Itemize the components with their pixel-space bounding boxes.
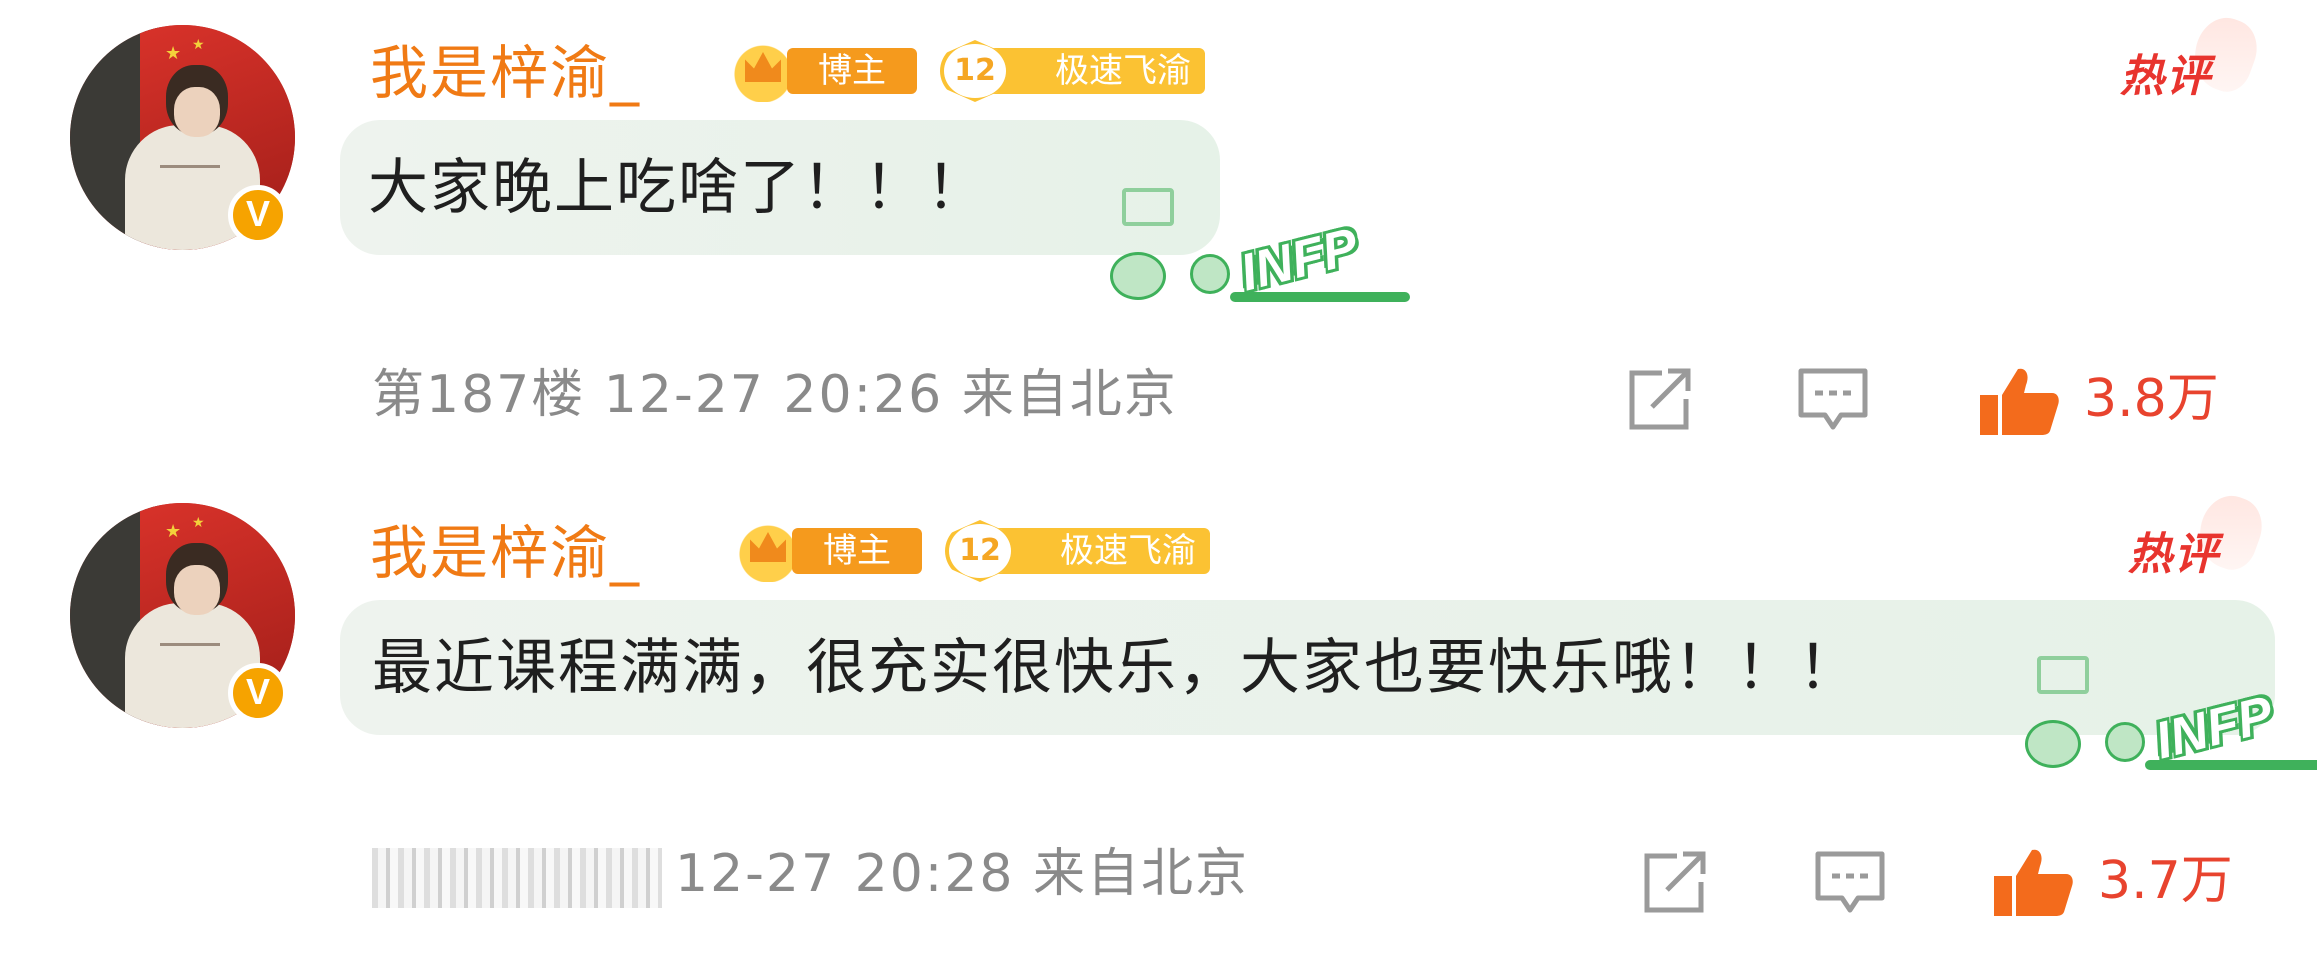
frog-icon [1190, 254, 1230, 294]
blogger-badge-label: 博主 [792, 528, 922, 574]
fan-group-label: 极速飞渝 [985, 528, 1210, 574]
blogger-badge[interactable]: 博主 [725, 40, 920, 102]
frog-icon [2025, 720, 2081, 768]
thumbs-up-icon[interactable] [1976, 365, 2059, 435]
comment-item: ★ ★ V 我是梓渝_ 博主 极速飞渝 12 热评 最近课程满满，很充实很快乐，… [0, 480, 2317, 960]
comment-text: 大家晚上吃啥了！！！ [368, 153, 988, 223]
blogger-badge-label: 博主 [787, 48, 917, 94]
share-icon[interactable] [1622, 365, 1698, 435]
like-count: 3.7万 [2098, 851, 2233, 911]
sticker-label: INFP [1234, 217, 1364, 303]
film-icon [2037, 656, 2089, 694]
blogger-badge[interactable]: 博主 [730, 520, 925, 582]
frog-icon [1110, 252, 1166, 300]
comment-bubble: 大家晚上吃啥了！！！ [340, 120, 1220, 255]
floor-number-redacted [372, 848, 662, 908]
comment-item: ★ ★ V 我是梓渝_ 博主 极速飞渝 12 热评 大家晚上吃啥了！！！ INF… [0, 0, 2317, 480]
comment-text: 最近课程满满，很充实很快乐，大家也要快乐哦！！！ [372, 633, 1860, 703]
username[interactable]: 我是梓渝_ [370, 508, 641, 598]
hot-comment-label: 热评 [2128, 529, 2220, 580]
fan-group-badge[interactable]: 极速飞渝 12 [940, 40, 1210, 102]
comment-meta: 第187楼 12-27 20:26 来自北京 [372, 365, 1178, 425]
thumbs-up-icon[interactable] [1990, 846, 2073, 916]
frog-icon [2105, 722, 2145, 762]
comment-icon[interactable] [1795, 365, 1871, 435]
verified-icon: V [228, 185, 288, 245]
film-icon [1122, 188, 1174, 226]
fan-group-badge[interactable]: 极速飞渝 12 [945, 520, 1215, 582]
share-icon[interactable] [1637, 848, 1713, 918]
comment-bubble: 最近课程满满，很充实很快乐，大家也要快乐哦！！！ [340, 600, 2275, 735]
infp-sticker: INFP [2025, 650, 2317, 780]
verified-icon: V [228, 663, 288, 723]
like-count: 3.8万 [2084, 369, 2219, 429]
hot-comment-label: 热评 [2120, 51, 2212, 102]
comment-icon[interactable] [1812, 848, 1888, 918]
sticker-label: INFP [2149, 685, 2279, 771]
infp-sticker: INFP [1110, 182, 1410, 312]
fan-group-label: 极速飞渝 [980, 48, 1205, 94]
comment-meta: 12-27 20:28 来自北京 [675, 844, 1250, 904]
username[interactable]: 我是梓渝_ [370, 28, 641, 118]
